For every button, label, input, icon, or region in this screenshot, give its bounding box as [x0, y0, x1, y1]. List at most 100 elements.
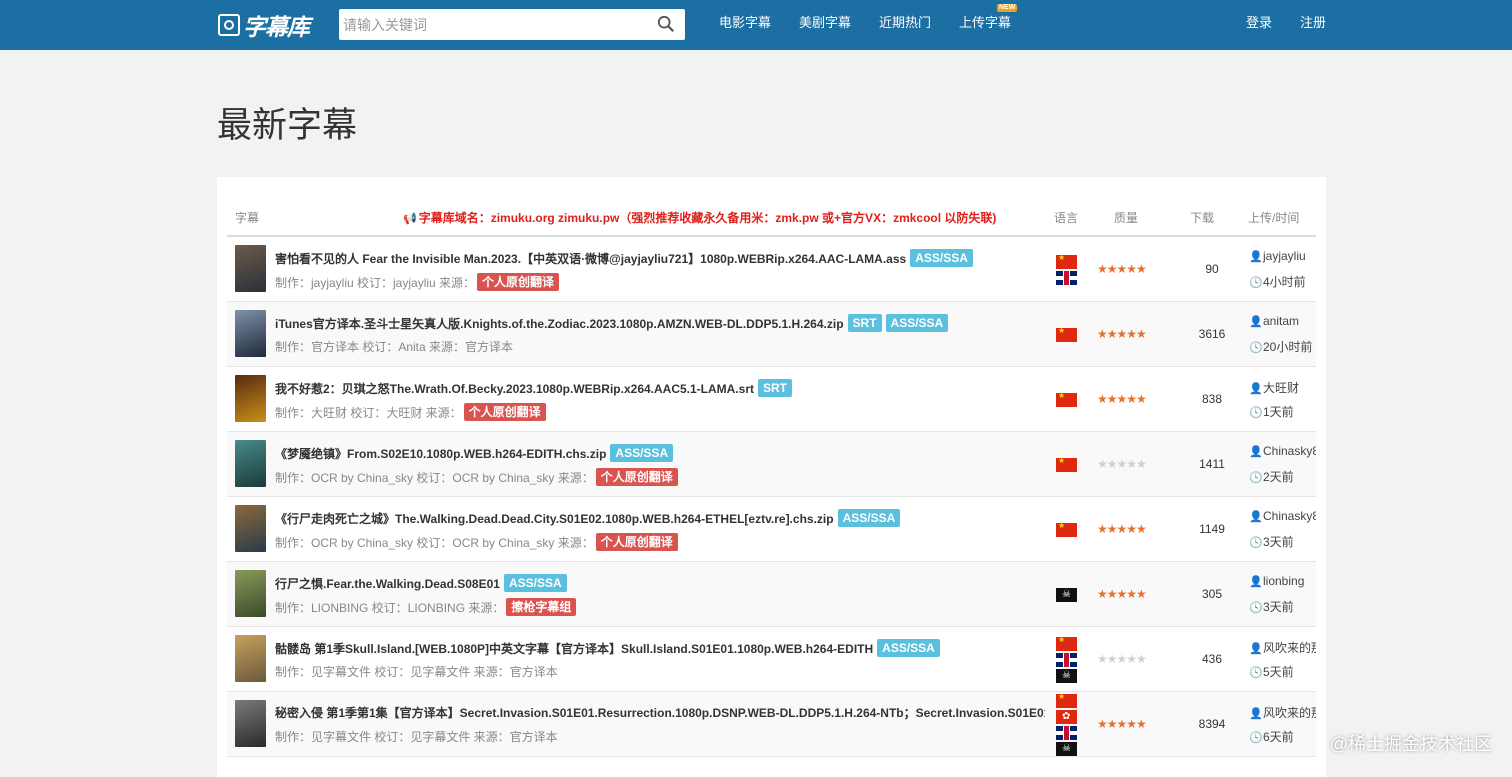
nav-link-movie-subs[interactable]: 电影字幕: [719, 0, 771, 50]
uploader: 👤jayjayliu: [1249, 249, 1316, 263]
format-tag: ASS/SSA: [885, 314, 949, 332]
search-input[interactable]: [339, 9, 647, 40]
poster-thumbnail[interactable]: [235, 505, 266, 552]
uploader-name[interactable]: jayjayliu: [1263, 249, 1306, 263]
uploader-name[interactable]: Chinasky8: [1263, 509, 1316, 523]
watermark: @稀土掘金技术社区: [1329, 734, 1492, 754]
user-icon: 👤: [1249, 316, 1263, 328]
subtitle-title-link[interactable]: 害怕看不见的人 Fear the Invisible Man.2023.【中英双…: [275, 250, 906, 267]
poster-thumbnail[interactable]: [235, 375, 266, 422]
user-icon: 👤: [1249, 576, 1263, 588]
search-icon[interactable]: [657, 15, 675, 33]
header-language: 语言: [1054, 211, 1079, 225]
register-link[interactable]: 注册: [1300, 0, 1326, 50]
uploader-name[interactable]: anitam: [1263, 314, 1299, 328]
subtitle-title-line: 《梦魇绝镇》From.S02E10.1080p.WEB.h264-EDITH.c…: [275, 444, 674, 462]
auth-links: 登录 注册: [1218, 0, 1326, 50]
subtitle-meta: 制作：大旺财 校订：大旺财 来源： 个人原创翻译: [275, 403, 546, 421]
format-tag: ASS/SSA: [610, 444, 674, 462]
login-link[interactable]: 登录: [1246, 0, 1272, 50]
meta-text: 制作：OCR by China_sky 校订：OCR by China_sky …: [275, 470, 594, 485]
upload-time: 🕓20小时前: [1249, 338, 1312, 355]
meta-text: 制作：jayjayliu 校订：jayjayliu 来源：: [275, 275, 476, 290]
clock-icon: 🕓: [1249, 732, 1263, 744]
user-icon: 👤: [1249, 643, 1263, 655]
poster-thumbnail[interactable]: [235, 440, 266, 487]
upload-time: 🕓3天前: [1249, 598, 1294, 615]
table-row: 《梦魇绝镇》From.S02E10.1080p.WEB.h264-EDITH.c…: [227, 432, 1316, 497]
china-flag-icon: [1056, 391, 1077, 407]
subtitle-title-link[interactable]: 我不好惹2：贝琪之怒The.Wrath.Of.Becky.2023.1080p.…: [275, 380, 754, 397]
upload-time-text: 3天前: [1263, 535, 1294, 549]
subtitle-title-link[interactable]: iTunes官方译本.圣斗士星矢真人版.Knights.of.the.Zodia…: [275, 315, 844, 332]
uploader-name[interactable]: lionbing: [1263, 574, 1304, 588]
logo-text: 字幕库: [243, 14, 310, 40]
upload-time-text: 5天前: [1263, 665, 1294, 679]
poster-thumbnail[interactable]: [235, 635, 266, 682]
subtitle-title-link[interactable]: 《行尸走肉死亡之城》The.Walking.Dead.Dead.City.S01…: [275, 510, 834, 527]
download-count: 305: [1201, 587, 1223, 601]
rating-stars: ★★★★★: [1097, 392, 1147, 406]
upload-time-text: 20小时前: [1263, 340, 1313, 354]
subtitle-title-link[interactable]: 《梦魇绝镇》From.S02E10.1080p.WEB.h264-EDITH.c…: [275, 445, 606, 462]
pirate-flag-icon: ☠: [1056, 588, 1077, 602]
uploader: 👤anitam: [1249, 314, 1316, 328]
upload-time: 🕓2天前: [1249, 468, 1294, 485]
uploader-name[interactable]: 风吹来的那: [1263, 706, 1316, 720]
china-flag-icon: [1056, 635, 1077, 651]
poster-thumbnail[interactable]: [235, 700, 266, 747]
rating-stars: ★★★★★: [1097, 717, 1147, 731]
subtitle-meta: 制作：jayjayliu 校订：jayjayliu 来源： 个人原创翻译: [275, 273, 560, 291]
poster-thumbnail[interactable]: [235, 570, 266, 617]
upload-time: 🕓3天前: [1249, 533, 1294, 550]
download-count: 8394: [1198, 717, 1226, 731]
poster-thumbnail[interactable]: [235, 310, 266, 357]
user-icon: 👤: [1249, 383, 1263, 395]
subtitle-title-link[interactable]: 行尸之惧.Fear.the.Walking.Dead.S08E01: [275, 575, 500, 592]
language-flags: [1056, 253, 1077, 287]
nav-link-upload-label: 上传字幕: [959, 15, 1012, 30]
format-tag: SRT: [758, 379, 793, 397]
subtitle-title-link[interactable]: 骷髅岛 第1季Skull.Island.[WEB.1080P]中英文字幕【官方译…: [275, 640, 873, 657]
upload-time: 🕓6天前: [1249, 728, 1294, 745]
china-flag-icon: [1056, 521, 1077, 537]
subtitle-title-line: 秘密入侵 第1季第1集【官方译本】Secret.Invasion.S01E01.…: [275, 704, 1045, 721]
domain-notice: 📢 字幕库域名：zimuku.org zimuku.pw（强烈推荐收藏永久备用米：…: [403, 209, 996, 226]
download-count: 3616: [1198, 327, 1226, 341]
main-nav: 电影字幕 美剧字幕 近期热门 上传字幕 NEW: [719, 0, 1039, 50]
nav-link-hot[interactable]: 近期热门: [879, 0, 931, 50]
clock-icon: 🕓: [1249, 407, 1263, 419]
subtitle-title-line: 行尸之惧.Fear.the.Walking.Dead.S08E01 ASS/SSA: [275, 574, 567, 592]
header-subtitle: 字幕: [235, 211, 260, 225]
china-flag-icon: [1056, 692, 1077, 708]
china-flag-icon: [1056, 326, 1077, 342]
poster-thumbnail[interactable]: [235, 245, 266, 292]
subtitle-title-line: 害怕看不见的人 Fear the Invisible Man.2023.【中英双…: [275, 249, 973, 267]
uploader-name[interactable]: 大旺财: [1263, 381, 1299, 395]
subtitle-title-link[interactable]: 秘密入侵 第1季第1集【官方译本】Secret.Invasion.S01E01.…: [275, 704, 1045, 721]
nav-link-upload[interactable]: 上传字幕 NEW: [959, 0, 1018, 50]
subtitle-meta: 制作：LIONBING 校订：LIONBING 来源： 擦枪字幕组: [275, 598, 577, 616]
page-title: 最新字幕: [217, 106, 358, 145]
uploader-name[interactable]: 风吹来的那: [1263, 641, 1316, 655]
table-row: 《行尸走肉死亡之城》The.Walking.Dead.Dead.City.S01…: [227, 497, 1316, 562]
uploader: 👤lionbing: [1249, 574, 1316, 588]
meta-text: 制作：OCR by China_sky 校订：OCR by China_sky …: [275, 535, 594, 550]
megaphone-icon: 📢: [403, 213, 417, 225]
upload-time-text: 2天前: [1263, 470, 1294, 484]
uk-flag-icon: [1056, 726, 1077, 740]
table-row: 骷髅岛 第1季Skull.Island.[WEB.1080P]中英文字幕【官方译…: [227, 627, 1316, 692]
user-icon: 👤: [1249, 708, 1263, 720]
uploader-name[interactable]: Chinasky8: [1263, 444, 1316, 458]
uploader: 👤Chinasky8: [1249, 444, 1316, 458]
nav-link-us-series-subs[interactable]: 美剧字幕: [799, 0, 851, 50]
table-row: iTunes官方译本.圣斗士星矢真人版.Knights.of.the.Zodia…: [227, 302, 1316, 367]
subtitle-meta: 制作：官方译本 校订：Anita 来源：官方译本: [275, 338, 513, 355]
subtitle-title-line: iTunes官方译本.圣斗士星矢真人版.Knights.of.the.Zodia…: [275, 314, 949, 332]
domain-notice-text: 字幕库域名：zimuku.org zimuku.pw（强烈推荐收藏永久备用米：z…: [418, 211, 997, 225]
rating-stars: ★★★★★: [1097, 587, 1147, 601]
site-logo[interactable]: 字幕库: [218, 11, 310, 40]
download-count: 436: [1201, 652, 1223, 666]
table-row: 我不好惹2：贝琪之怒The.Wrath.Of.Becky.2023.1080p.…: [227, 367, 1316, 432]
rating-stars: ★★★★★: [1097, 522, 1147, 536]
